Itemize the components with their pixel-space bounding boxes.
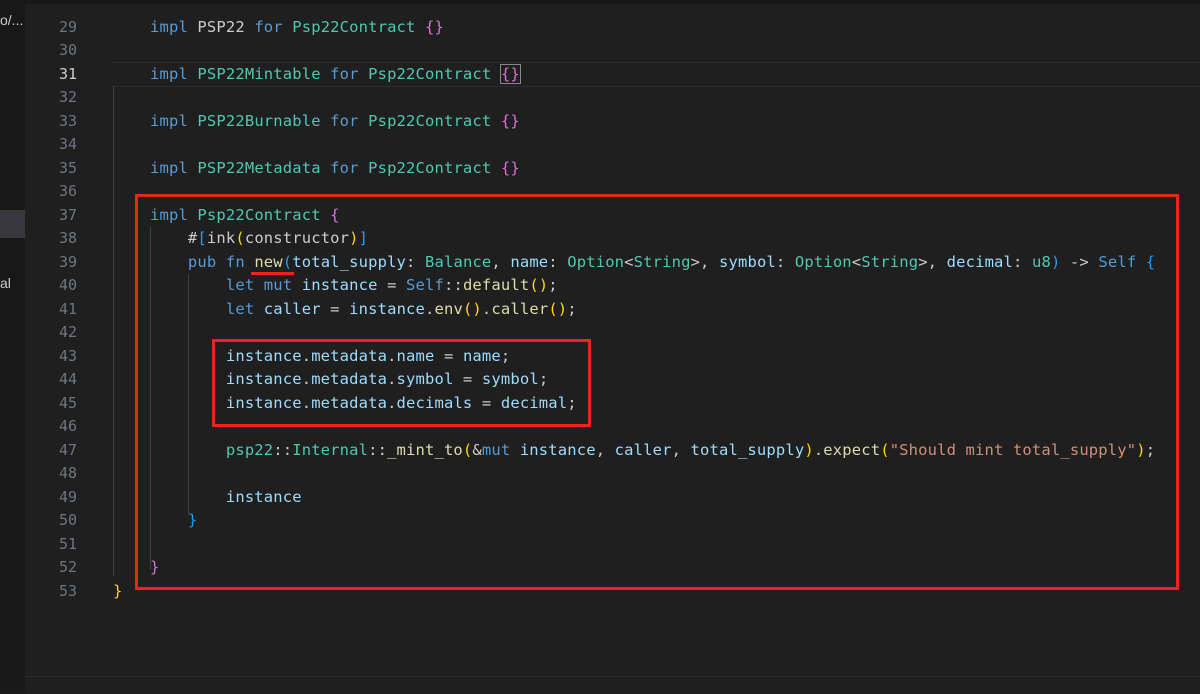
code-token: {} [500,158,520,177]
code-token: for [330,158,359,177]
line-number: 47 [58,440,77,459]
code-token: Psp22Contract [292,17,416,36]
code-line[interactable]: impl PSP22Metadata for Psp22Contract {} [150,157,520,181]
line-number: 40 [58,276,77,294]
line-number: 39 [58,252,77,271]
code-token: for [254,17,283,36]
code-line[interactable]: } [113,580,122,604]
line-number: 34 [58,135,77,153]
code-token: {} [500,111,520,130]
line-number: 31 [58,64,77,83]
code-token: Psp22Contract [368,158,492,177]
line-number: 52 [58,558,77,576]
line-number: 33 [58,111,77,130]
code-token: PSP22 [187,17,255,36]
code-token: PSP22Metadata [197,158,321,177]
line-number: 38 [58,229,77,247]
line-number: 42 [58,323,77,341]
indent-guide [113,86,114,576]
code-line[interactable]: impl PSP22Burnable for Psp22Contract {} [150,110,520,134]
line-number: 37 [58,205,77,224]
code-token: for [330,111,359,130]
code-token: {} [499,63,521,84]
code-token: {} [425,17,444,36]
line-number: 49 [58,487,77,506]
explorer-item-fragment[interactable]: o/... [0,12,23,28]
line-number-gutter: 29 30 31 32 33 34 35 36 37 38 39 40 41 42 43 44 45 46 47 48… [25,0,95,693]
code-token: impl [150,64,188,83]
line-number: 50 [58,511,77,529]
line-number: 41 [58,299,77,318]
line-number: 43 [58,346,77,365]
editor-bottom-edge [25,676,1200,694]
line-number: 35 [58,158,77,177]
line-number: 53 [58,581,77,600]
line-number: 46 [58,417,77,435]
code-token: impl [150,17,188,36]
line-number: 36 [58,182,77,200]
line-number: 29 [58,17,77,36]
code-token: Psp22Contract [368,64,492,83]
annotation-underline-new [251,272,294,275]
annotation-box-metadata [212,339,591,427]
line-number: 32 [58,88,77,106]
code-line[interactable]: impl PSP22 for Psp22Contract {} [150,16,444,40]
line-number: 51 [58,534,77,553]
line-number: 45 [58,393,77,412]
explorer-selected-row[interactable] [0,210,25,238]
explorer-item-fragment[interactable]: al [0,275,11,291]
code-token: PSP22Mintable [197,64,321,83]
explorer-sidebar-edge: o/... al [0,0,25,693]
code-token: impl [150,111,188,130]
code-token: PSP22Burnable [197,111,321,130]
code-token: } [113,581,123,600]
line-number: 30 [58,41,77,59]
code-token: Psp22Contract [368,111,492,130]
line-number: 48 [58,464,77,482]
code-line[interactable]: impl PSP22Mintable for Psp22Contract {} [150,63,521,87]
code-token: impl [150,158,188,177]
code-token: for [330,64,359,83]
line-number: 44 [58,370,77,388]
